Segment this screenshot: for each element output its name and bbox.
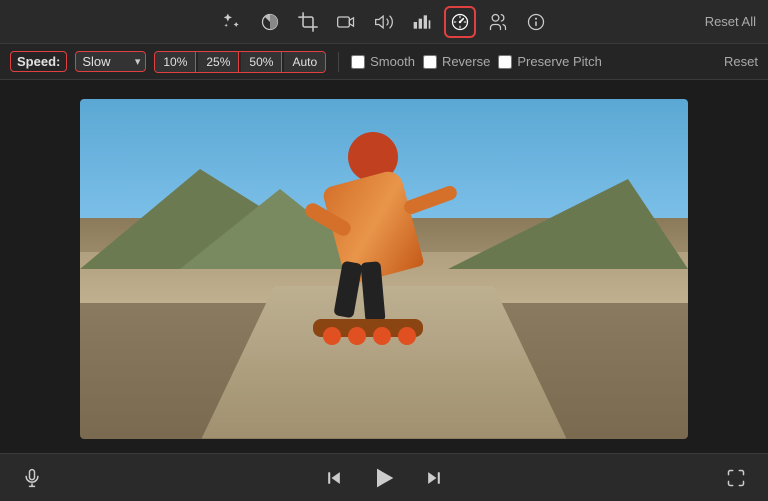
info-icon[interactable] [520, 6, 552, 38]
video-camera-icon[interactable] [330, 6, 362, 38]
preset-25-button[interactable]: 25% [198, 52, 239, 72]
top-toolbar: Reset All [0, 0, 768, 44]
skip-forward-button[interactable] [418, 462, 450, 494]
speed-label: Speed: [10, 51, 67, 72]
reverse-checkbox[interactable] [423, 55, 437, 69]
speed-presets: 10% 25% 50% Auto [154, 51, 326, 73]
people-icon[interactable] [482, 6, 514, 38]
speed-select-wrapper: Slow Normal Fast Freeze Custom [75, 51, 146, 72]
skateboard [313, 319, 423, 337]
mountain-right [448, 179, 688, 269]
preserve-pitch-checkbox[interactable] [498, 55, 512, 69]
smooth-option[interactable]: Smooth [351, 54, 415, 69]
smooth-checkbox[interactable] [351, 55, 365, 69]
reset-all-button[interactable]: Reset All [705, 14, 756, 29]
fullscreen-button[interactable] [720, 462, 752, 494]
histogram-icon[interactable] [406, 6, 438, 38]
microphone-button[interactable] [16, 462, 48, 494]
preset-10-button[interactable]: 10% [155, 52, 196, 72]
magic-icon[interactable] [216, 6, 248, 38]
crop-icon[interactable] [292, 6, 324, 38]
center-controls [318, 460, 450, 496]
preserve-pitch-label: Preserve Pitch [517, 54, 602, 69]
wheel-front-left [323, 327, 341, 345]
reverse-option[interactable]: Reverse [423, 54, 490, 69]
reverse-label: Reverse [442, 54, 490, 69]
smooth-label: Smooth [370, 54, 415, 69]
divider [338, 52, 339, 72]
wheel-rear-left [373, 327, 391, 345]
speed-icon[interactable] [444, 6, 476, 38]
skip-back-button[interactable] [318, 462, 350, 494]
video-container [80, 99, 688, 439]
skater-leg-left [333, 260, 362, 318]
preserve-pitch-option[interactable]: Preserve Pitch [498, 54, 602, 69]
right-controls [720, 462, 752, 494]
skater [293, 117, 453, 337]
left-controls [16, 462, 48, 494]
video-area [0, 80, 768, 453]
wheel-front-right [348, 327, 366, 345]
speed-select[interactable]: Slow Normal Fast Freeze Custom [76, 52, 145, 71]
preset-50-button[interactable]: 50% [241, 52, 282, 72]
preset-auto-button[interactable]: Auto [284, 52, 325, 72]
audio-icon[interactable] [368, 6, 400, 38]
color-wheel-icon[interactable] [254, 6, 286, 38]
skater-arm-right [402, 184, 458, 216]
video-background [80, 99, 688, 439]
bottom-controls [0, 453, 768, 501]
wheel-rear-right [398, 327, 416, 345]
speed-bar: Speed: Slow Normal Fast Freeze Custom 10… [0, 44, 768, 80]
play-button[interactable] [366, 460, 402, 496]
speed-reset-button[interactable]: Reset [724, 54, 758, 69]
